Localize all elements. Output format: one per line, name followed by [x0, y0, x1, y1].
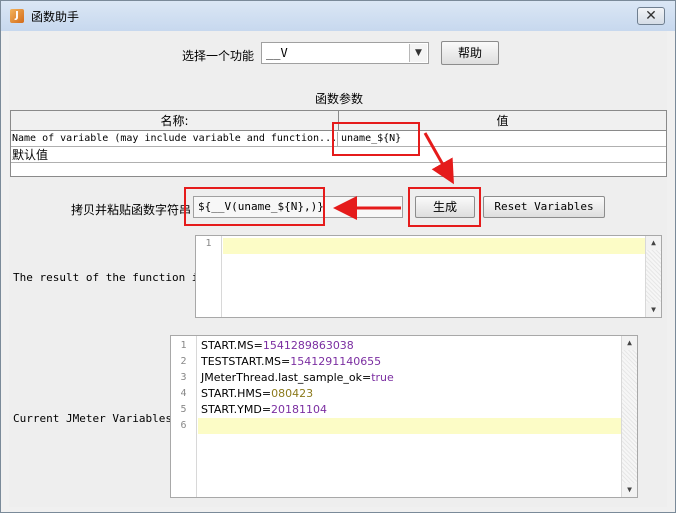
function-helper-window: J 函数助手 ✕ 选择一个功能 __V ▼ 帮助 函数参数 名称: 值 Name… — [0, 0, 676, 513]
arrow-to-generate — [423, 132, 454, 185]
annotation-arrows — [333, 132, 454, 220]
